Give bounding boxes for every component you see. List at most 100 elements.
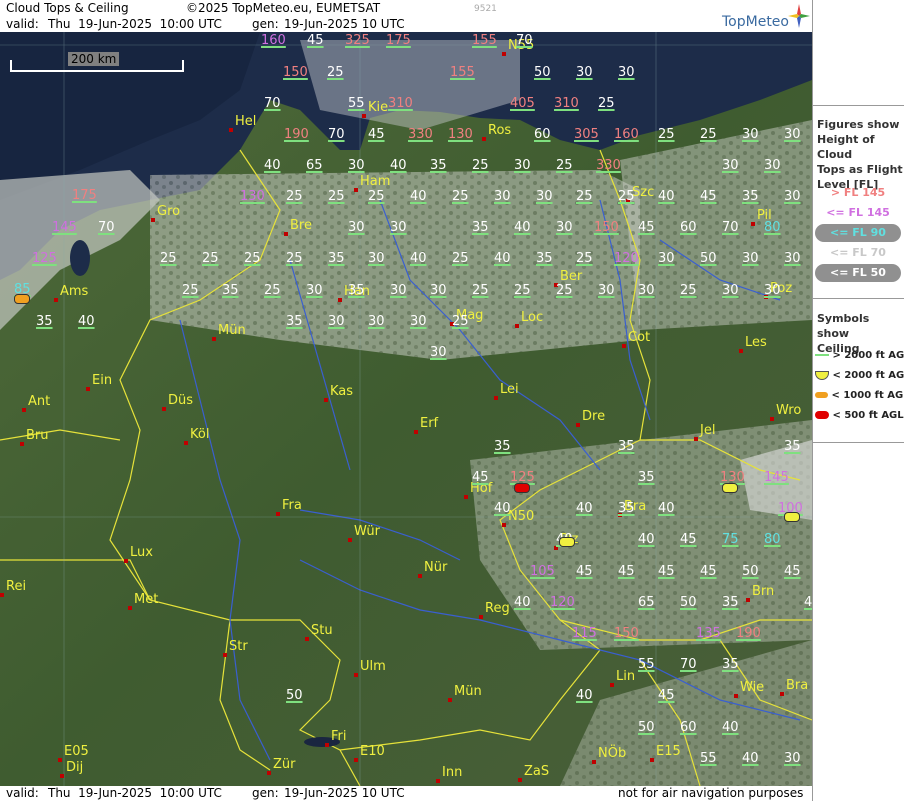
flight-level-label: 30 bbox=[742, 251, 759, 266]
flight-level-label: 175 bbox=[72, 188, 97, 203]
city-label: Les bbox=[745, 335, 767, 350]
city-marker bbox=[622, 344, 626, 348]
flight-level-label: 30 bbox=[742, 127, 759, 142]
flight-level-label: 25 bbox=[286, 189, 303, 204]
city-label: ZaS bbox=[524, 764, 550, 779]
flight-level-label: 40 bbox=[390, 158, 407, 173]
city-marker bbox=[324, 398, 328, 402]
city-marker bbox=[739, 349, 743, 353]
flight-level-label: 50 bbox=[700, 251, 717, 266]
flight-level-label: 30 bbox=[784, 251, 801, 266]
valid-time: Thu 19-Jun-2025 10:00 UTC bbox=[48, 17, 222, 31]
legend-divider bbox=[813, 442, 904, 443]
flight-level-label: 175 bbox=[386, 33, 411, 48]
city-marker bbox=[770, 417, 774, 421]
city-marker bbox=[128, 606, 132, 610]
flight-level-label: 45 bbox=[472, 470, 489, 485]
flight-level-label: 190 bbox=[284, 127, 309, 142]
city-label: E10 bbox=[360, 744, 385, 759]
flight-level-label: 25 bbox=[202, 251, 219, 266]
ceiling-line-icon bbox=[815, 354, 829, 356]
city-label: E15 bbox=[656, 744, 681, 759]
city-label: Rei bbox=[6, 579, 27, 594]
flight-level-label: 45 bbox=[804, 595, 812, 610]
city-label: Ams bbox=[60, 284, 89, 299]
ceiling-symbol bbox=[14, 294, 30, 304]
flight-level-label: 45 bbox=[618, 564, 635, 579]
cloud-title-line: Figures show bbox=[817, 118, 900, 131]
flight-level-label: 30 bbox=[348, 220, 365, 235]
footer-gen-label: gen: bbox=[252, 786, 279, 800]
city-label: Cot bbox=[628, 330, 651, 345]
flight-level-label: 30 bbox=[722, 283, 739, 298]
flight-level-label: 30 bbox=[430, 345, 447, 360]
flight-level-label: 130 bbox=[448, 127, 473, 142]
flight-level-label: 40 bbox=[410, 251, 427, 266]
ceiling-class-label: < 2000 ft AGL bbox=[832, 370, 904, 381]
city-marker bbox=[223, 653, 227, 657]
ceiling-semicircle-yellow-icon bbox=[815, 370, 829, 380]
flight-level-label: 25 bbox=[286, 251, 303, 266]
flight-level-label: 30 bbox=[784, 751, 801, 766]
satellite-map[interactable]: 200 km Hel Kie Ros Ham Gro Bre Szc Pil Ams Han Ber… bbox=[0, 32, 812, 786]
flight-level-label: 120 bbox=[550, 595, 575, 610]
flight-level-label: 65 bbox=[638, 595, 655, 610]
city-marker bbox=[60, 774, 64, 778]
flight-level-label: 50 bbox=[638, 720, 655, 735]
flight-level-label: 330 bbox=[596, 158, 621, 173]
fl-class-gt145: > FL 145 bbox=[815, 184, 901, 202]
flight-level-label: 35 bbox=[494, 439, 511, 454]
flight-level-label: 45 bbox=[368, 127, 385, 142]
flight-level-label: 30 bbox=[430, 283, 447, 298]
city-marker bbox=[502, 52, 506, 56]
flight-level-label: 25 bbox=[598, 96, 615, 111]
flight-level-label: 190 bbox=[736, 626, 761, 641]
city-marker bbox=[151, 218, 155, 222]
ceiling-symbol bbox=[559, 537, 575, 547]
city-marker bbox=[515, 324, 519, 328]
fl-class-label: > FL 145 bbox=[830, 186, 886, 199]
city-marker bbox=[610, 683, 614, 687]
flight-level-label: 40 bbox=[638, 532, 655, 547]
flight-level-label: 25 bbox=[328, 189, 345, 204]
city-label: Zür bbox=[273, 757, 296, 772]
city-label: Mün bbox=[218, 323, 246, 338]
flight-level-label: 75 bbox=[722, 532, 739, 547]
city-label: Str bbox=[229, 639, 248, 654]
city-label: Dij bbox=[66, 760, 84, 775]
flight-level-label: 30 bbox=[348, 158, 365, 173]
flight-level-label: 135 bbox=[696, 626, 721, 641]
flight-level-label: 70 bbox=[264, 96, 281, 111]
city-marker bbox=[54, 298, 58, 302]
city-marker bbox=[162, 407, 166, 411]
flight-level-label: 35 bbox=[328, 251, 345, 266]
ceiling-ellipse-red-icon bbox=[815, 411, 829, 419]
flight-level-label: 50 bbox=[742, 564, 759, 579]
flight-level-label: 70 bbox=[516, 33, 533, 48]
city-marker bbox=[325, 743, 329, 747]
city-marker bbox=[348, 538, 352, 542]
city-marker bbox=[305, 637, 309, 641]
city-label: Wro bbox=[776, 403, 802, 418]
city-label: N50 bbox=[508, 509, 535, 524]
flight-level-label: 35 bbox=[618, 501, 635, 516]
city-marker bbox=[267, 771, 271, 775]
city-label: Stu bbox=[311, 623, 333, 638]
flight-level-label: 45 bbox=[658, 688, 675, 703]
flight-level-label: 45 bbox=[700, 189, 717, 204]
flight-level-label: 45 bbox=[638, 220, 655, 235]
city-marker bbox=[479, 615, 483, 619]
city-label: Fra bbox=[282, 498, 302, 513]
legend-panel: Figures show Height of Cloud Tops as Fli… bbox=[812, 0, 904, 801]
flight-level-label: 25 bbox=[182, 283, 199, 298]
flight-level-label: 150 bbox=[594, 220, 619, 235]
city-marker bbox=[338, 298, 342, 302]
city-label: Nür bbox=[424, 560, 448, 575]
flight-level-label: 30 bbox=[368, 251, 385, 266]
city-marker bbox=[362, 114, 366, 118]
city-label: Erf bbox=[420, 416, 439, 431]
flight-level-label: 40 bbox=[514, 220, 531, 235]
cloud-legend-title: Figures show Height of Cloud Tops as Fli… bbox=[817, 117, 904, 192]
ceiling-class-label: < 500 ft AGL bbox=[832, 410, 904, 421]
flight-level-label: 30 bbox=[536, 189, 553, 204]
